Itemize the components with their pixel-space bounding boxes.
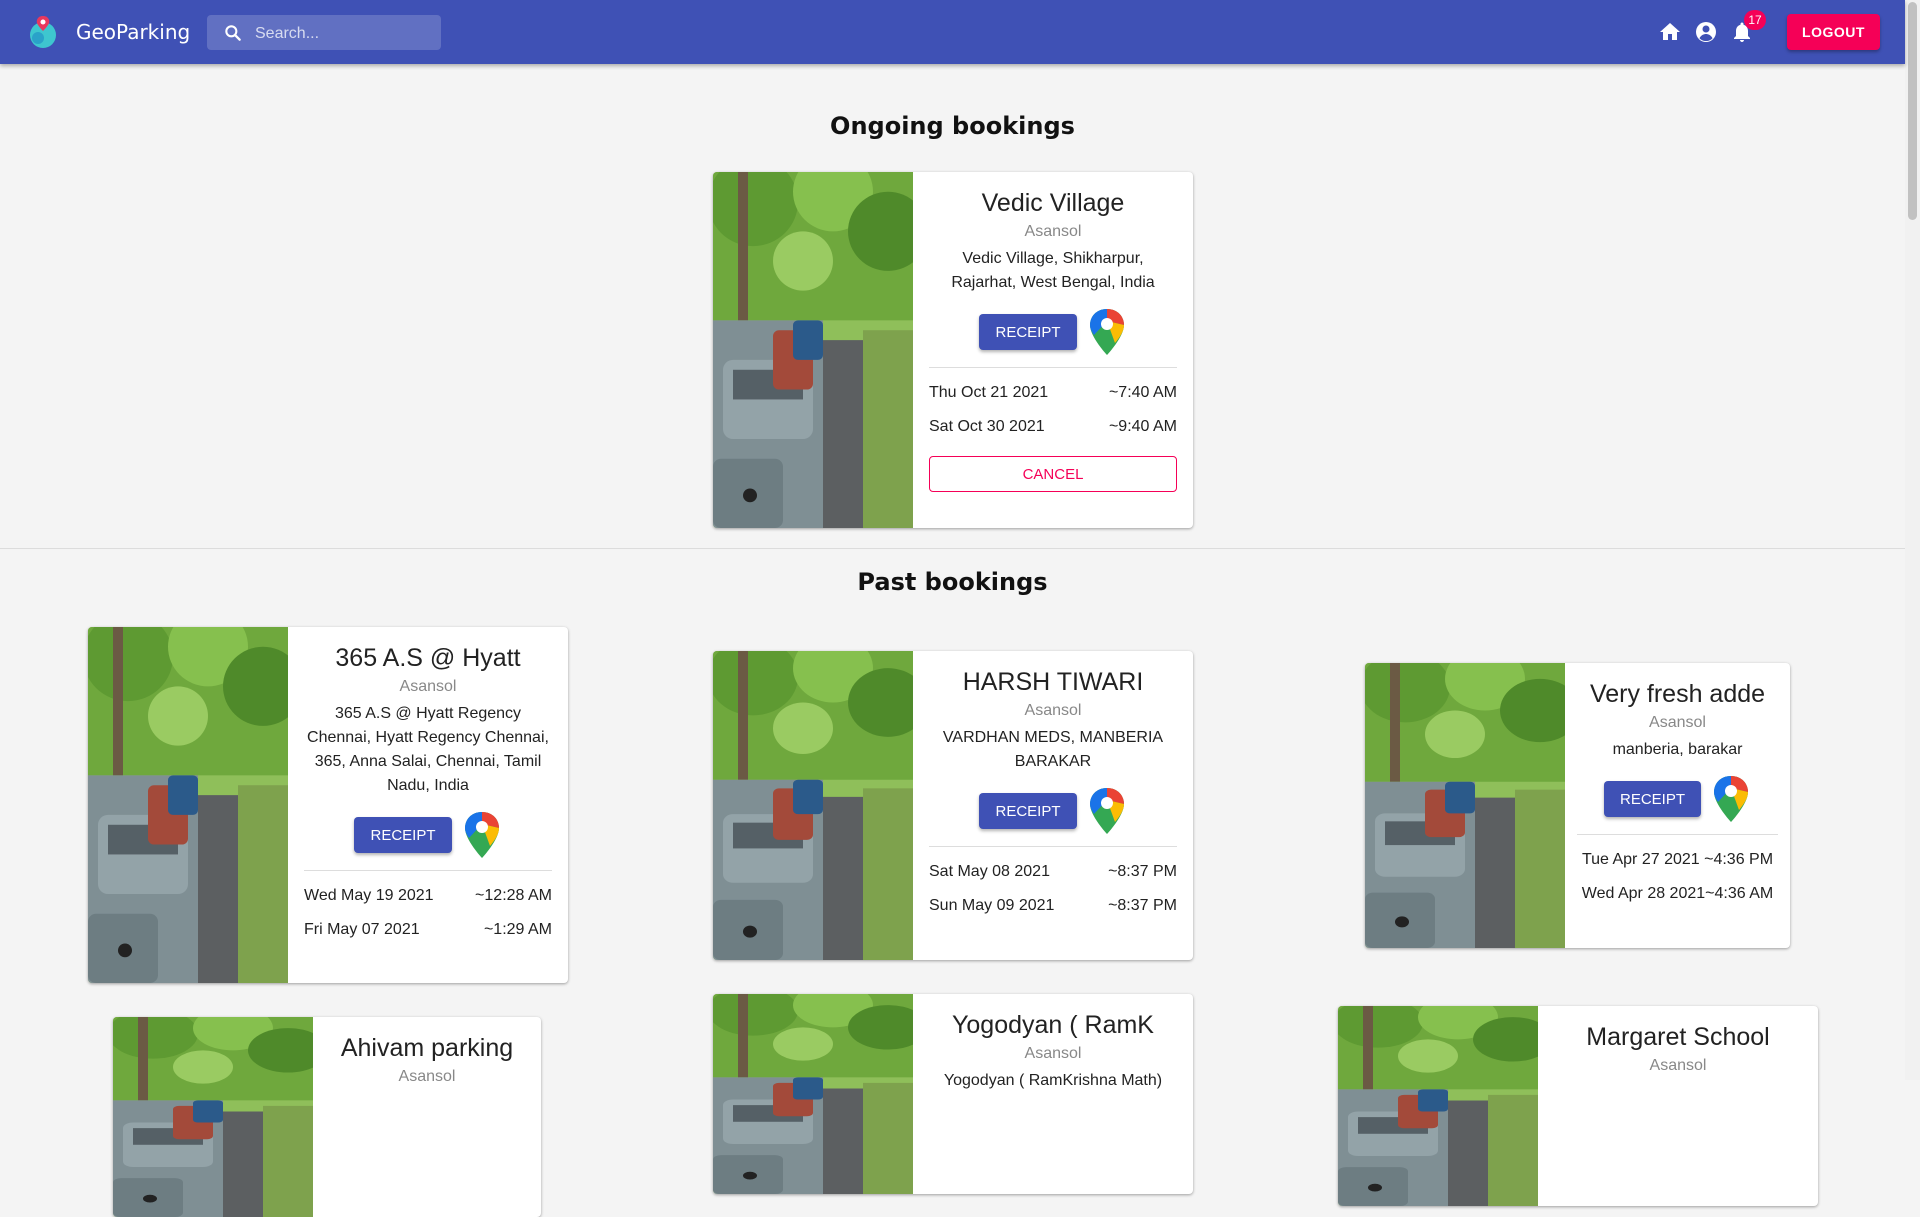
booking-end-row: Fri May 07 2021 ~1:29 AM [304, 913, 552, 947]
home-icon[interactable] [1658, 20, 1682, 44]
end-time: ~4:36 AM [1705, 885, 1774, 902]
booking-card: Margaret School Asansol [1338, 1006, 1818, 1206]
parking-name: Ahivam parking [340, 1034, 514, 1062]
parking-photo [1365, 663, 1565, 948]
booking-start-row: Sat May 08 2021 ~8:37 PM [929, 855, 1177, 889]
section-divider [0, 548, 1905, 549]
parking-city: Asansol [398, 1068, 456, 1085]
booking-card: Yogodyan ( RamK Asansol Yogodyan ( RamKr… [713, 994, 1193, 1194]
start-date: Sat May 08 2021 [929, 863, 1050, 880]
end-time: ~1:29 AM [483, 921, 552, 938]
booking-start-row: Wed May 19 2021 ~12:28 AM [304, 879, 552, 913]
account-icon[interactable] [1694, 20, 1718, 44]
divider [1577, 834, 1778, 835]
divider [929, 846, 1177, 847]
start-time: ~8:37 PM [1108, 863, 1177, 880]
start-time: ~4:36 PM [1704, 851, 1774, 868]
divider [304, 870, 552, 871]
search-box[interactable] [207, 15, 441, 52]
parking-city: Asansol [399, 678, 457, 695]
parking-photo [1338, 1006, 1538, 1206]
end-time: ~9:40 AM [1108, 418, 1177, 435]
parking-photo [713, 172, 913, 528]
booking-end-row: Wed Apr 28 2021 ~4:36 AM [1577, 877, 1778, 911]
app-bar: GeoParking 17 LOGOUT [0, 0, 1905, 64]
booking-end-row: Sat Oct 30 2021 ~9:40 AM [929, 410, 1177, 444]
end-date: Sun May 09 2021 [929, 897, 1055, 914]
notification-badge: 17 [1744, 10, 1766, 30]
parking-city: Asansol [1649, 714, 1706, 731]
app-logo-icon[interactable] [26, 14, 60, 50]
receipt-button[interactable]: RECEIPT [1603, 781, 1701, 817]
receipt-button[interactable]: RECEIPT [979, 793, 1077, 829]
scrollbar-thumb[interactable] [1908, 2, 1917, 220]
parking-city: Asansol [1024, 1045, 1082, 1062]
booking-card: 365 A.S @ Hyatt Asansol 365 A.S @ Hyatt … [88, 627, 568, 983]
past-bookings-title: Past bookings [857, 568, 1048, 596]
booking-start-row: Tue Apr 27 2021 ~4:36 PM [1577, 843, 1778, 877]
start-date: Thu Oct 21 2021 [929, 384, 1049, 401]
divider [929, 367, 1177, 368]
start-time: ~12:28 AM [475, 887, 552, 904]
google-maps-icon[interactable] [462, 810, 502, 860]
parking-address: Vedic Village, Shikharpur, Rajarhat, Wes… [951, 250, 1155, 291]
end-date: Fri May 07 2021 [304, 921, 420, 938]
start-time: ~7:40 AM [1108, 384, 1177, 401]
parking-name: Very fresh adde [1589, 680, 1766, 708]
ongoing-bookings-title: Ongoing bookings [830, 112, 1075, 140]
google-maps-icon[interactable] [1087, 307, 1127, 357]
parking-name: Yogodyan ( RamK [952, 1011, 1154, 1039]
parking-address: Yogodyan ( RamKrishna Math) [943, 1072, 1163, 1089]
parking-name: Vedic Village [981, 189, 1125, 217]
parking-name: 365 A.S @ Hyatt [335, 644, 521, 672]
receipt-button[interactable]: RECEIPT [354, 817, 452, 853]
parking-address: manberia, barakar [1612, 741, 1743, 758]
cancel-booking-button[interactable]: CANCEL [929, 456, 1177, 492]
booking-end-row: Sun May 09 2021 ~8:37 PM [929, 889, 1177, 923]
parking-city: Asansol [1649, 1057, 1707, 1074]
parking-address: 365 A.S @ Hyatt Regency Chennai, Hyatt R… [307, 705, 549, 794]
parking-photo [713, 651, 913, 960]
search-icon [225, 25, 241, 41]
start-date: Tue Apr 27 2021 [1581, 851, 1700, 868]
google-maps-icon[interactable] [1711, 774, 1751, 824]
booking-card: Vedic Village Asansol Vedic Village, Shi… [713, 172, 1193, 528]
start-date: Wed May 19 2021 [304, 887, 434, 904]
search-input[interactable] [253, 15, 437, 52]
parking-city: Asansol [1024, 702, 1082, 719]
parking-name: HARSH TIWARI [962, 668, 1144, 696]
end-time: ~8:37 PM [1108, 897, 1177, 914]
booking-card: Ahivam parking Asansol [113, 1017, 541, 1217]
booking-card: Very fresh adde Asansol manberia, baraka… [1365, 663, 1790, 948]
receipt-button[interactable]: RECEIPT [979, 314, 1077, 350]
end-date: Wed Apr 28 2021 [1581, 885, 1706, 902]
parking-photo [713, 994, 913, 1194]
parking-city: Asansol [1024, 223, 1082, 240]
parking-name: Margaret School [1586, 1023, 1770, 1051]
booking-start-row: Thu Oct 21 2021 ~7:40 AM [929, 376, 1177, 410]
logout-button[interactable]: LOGOUT [1787, 14, 1880, 50]
app-brand[interactable]: GeoParking [76, 20, 190, 44]
end-date: Sat Oct 30 2021 [929, 418, 1045, 435]
google-maps-icon[interactable] [1087, 786, 1127, 836]
parking-photo [113, 1017, 313, 1217]
parking-photo [88, 627, 288, 983]
booking-card: HARSH TIWARI Asansol VARDHAN MEDS, MANBE… [713, 651, 1193, 960]
parking-address: VARDHAN MEDS, MANBERIA BARAKAR [942, 729, 1164, 770]
